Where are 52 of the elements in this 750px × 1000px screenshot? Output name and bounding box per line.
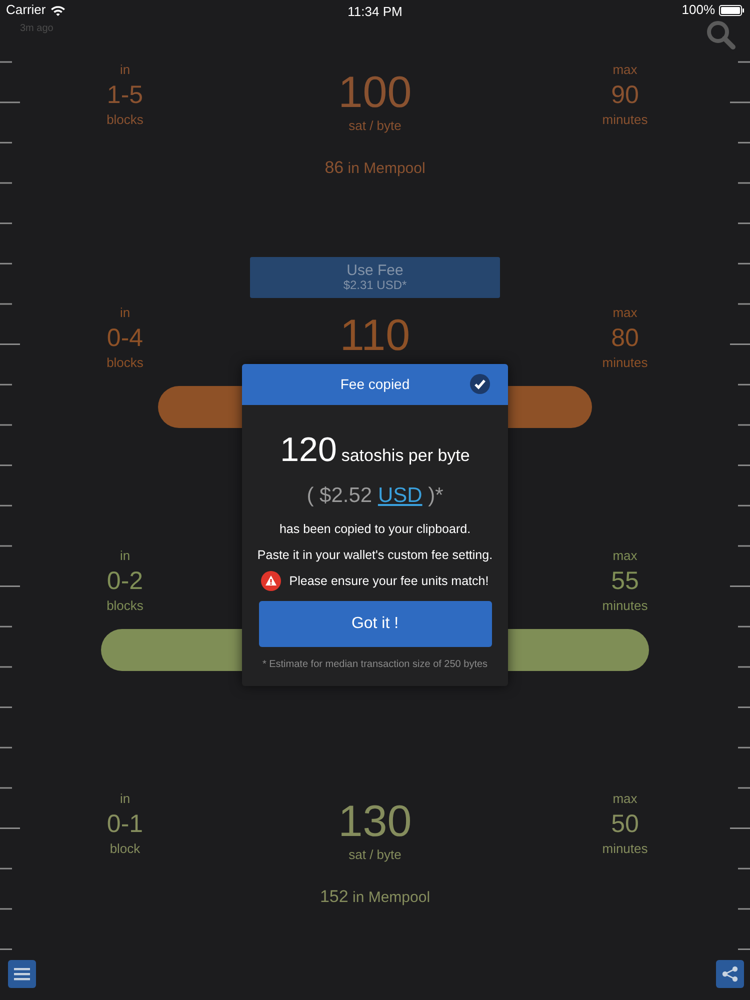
max-label: max — [612, 548, 638, 564]
menu-icon — [14, 967, 30, 981]
battery-icon — [719, 4, 744, 16]
unit-label: blocks — [106, 112, 144, 128]
fee-text: 120 satoshis per byte — [279, 430, 471, 471]
minutes-value: 90 — [611, 80, 639, 111]
fee-rate: 110 — [340, 311, 410, 361]
mempool-text: 86 in Mempool — [324, 157, 426, 179]
menu-button[interactable] — [8, 960, 36, 988]
message-text: has been copied to your clipboard. — [278, 520, 472, 538]
time-text: 11:34 PM — [348, 3, 402, 21]
dialog-title: Fee copied — [340, 375, 410, 394]
warning-icon — [261, 571, 282, 591]
price-text: ( $2.52 USD )* — [306, 483, 444, 509]
message-text: Paste it in your wallet's custom fee setting. — [256, 547, 494, 564]
got-it-button[interactable]: Got it ! — [258, 601, 492, 647]
search-icon[interactable] — [706, 20, 736, 50]
fee-rate: 130 — [338, 797, 412, 847]
minutes-value: 55 — [611, 566, 639, 597]
unit-label: blocks — [106, 355, 144, 371]
unit-label: minutes — [602, 355, 648, 371]
max-label: max — [612, 791, 638, 807]
block-range: 0-1 — [106, 809, 144, 840]
in-label: in — [120, 305, 130, 321]
max-label: max — [612, 62, 638, 78]
block-range: 0-4 — [106, 323, 144, 354]
use-fee-button[interactable]: Use Fee $2.31 USD* — [250, 257, 500, 298]
footnote-text: * Estimate for median transaction size of 250 bytes — [261, 658, 489, 672]
unit-label: minutes — [602, 112, 648, 128]
share-button[interactable] — [716, 960, 744, 988]
unit-label: minutes — [602, 841, 648, 857]
unit-label: sat / byte — [348, 118, 402, 134]
fee-rate: 100 — [338, 68, 412, 118]
in-label: in — [120, 62, 130, 78]
in-label: in — [120, 548, 130, 564]
carrier-text: Carrier — [6, 1, 46, 20]
minutes-value: 80 — [611, 323, 639, 354]
unit-label: sat / byte — [348, 847, 402, 863]
battery-text: 100% — [682, 1, 715, 20]
currency-link[interactable]: USD — [378, 484, 422, 507]
wifi-icon — [50, 4, 66, 16]
warning-text: Please ensure your fee units match! — [289, 572, 489, 590]
unit-label: minutes — [602, 598, 648, 614]
in-label: in — [120, 791, 130, 807]
block-range: 0-2 — [106, 566, 144, 597]
unit-label: block — [110, 841, 140, 857]
share-icon — [722, 966, 738, 982]
minutes-value: 50 — [611, 809, 639, 840]
max-label: max — [612, 305, 638, 321]
block-range: 1-5 — [106, 80, 144, 111]
unit-label: blocks — [106, 598, 144, 614]
mempool-text: 152 in Mempool — [320, 886, 430, 908]
